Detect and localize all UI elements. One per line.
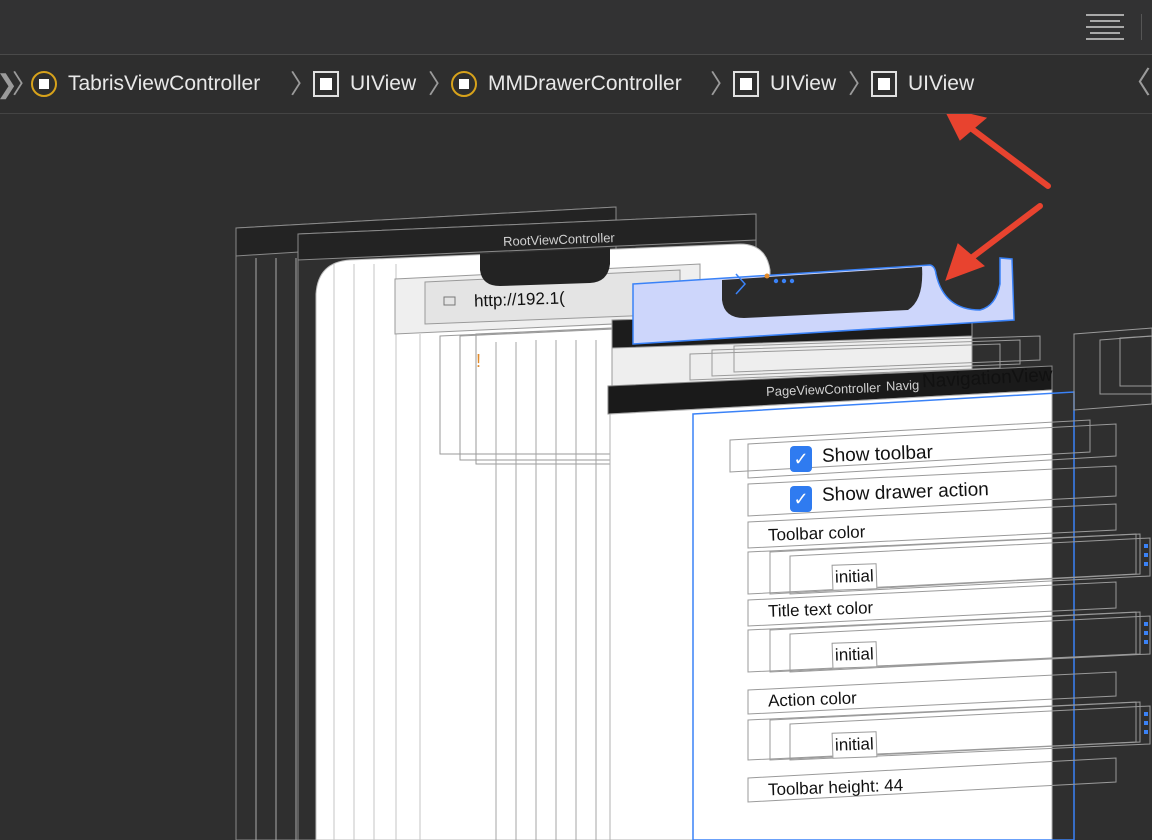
resize-handle-icon (1144, 622, 1150, 646)
resize-handle-icon (1144, 712, 1150, 736)
title-text-color-label: Title text color (767, 598, 874, 621)
show-drawer-action-checkbox[interactable]: ✓ (790, 486, 812, 512)
navig-label: Navig (885, 377, 920, 394)
exploded-layers-drawing (235, 114, 1152, 840)
action-color-value[interactable]: initial (831, 731, 878, 759)
view-hierarchy-canvas[interactable]: RootViewController http://192.1( ! PageV… (0, 114, 1152, 840)
breadcrumb-label: UIView (770, 72, 837, 95)
breadcrumb-label: UIView (908, 72, 975, 95)
editor-options-icon[interactable] (1086, 14, 1124, 40)
editor-toolbar (0, 0, 1152, 55)
view-controller-icon (451, 71, 477, 97)
breadcrumb-label: MMDrawerController (488, 72, 682, 95)
view-icon (313, 71, 339, 97)
title-text-color-value[interactable]: initial (831, 641, 878, 669)
chevron-left-icon[interactable]: 〈 (1121, 67, 1151, 101)
jump-bar: ❯ 〉 TabrisViewController 〉 UIView 〉 MMDr… (0, 55, 1152, 114)
resize-handle-icon (1144, 544, 1150, 568)
breadcrumb-label: UIView (350, 72, 417, 95)
breadcrumb-uiview-1[interactable]: UIView (313, 69, 416, 99)
breadcrumb-tabris-view-controller[interactable]: TabrisViewController (31, 69, 260, 99)
breadcrumb-uiview-3[interactable]: UIView (871, 69, 974, 99)
show-toolbar-label: Show toolbar (821, 442, 934, 467)
action-color-label: Action color (767, 688, 858, 711)
toolbar-color-value[interactable]: initial (831, 563, 878, 591)
view-icon (871, 71, 897, 97)
breadcrumb-label: TabrisViewController (68, 72, 261, 95)
toolbar-color-label: Toolbar color (767, 522, 866, 545)
show-toolbar-checkbox[interactable]: ✓ (790, 446, 812, 472)
url-field-text: http://192.1( (473, 288, 566, 311)
breadcrumb-uiview-2[interactable]: UIView (733, 69, 836, 99)
toolbar-divider (1141, 14, 1142, 40)
warning-icon: ! (476, 351, 482, 371)
view-icon (733, 71, 759, 97)
view-controller-icon (31, 71, 57, 97)
breadcrumb-mmdrawer-controller[interactable]: MMDrawerController (451, 69, 682, 99)
